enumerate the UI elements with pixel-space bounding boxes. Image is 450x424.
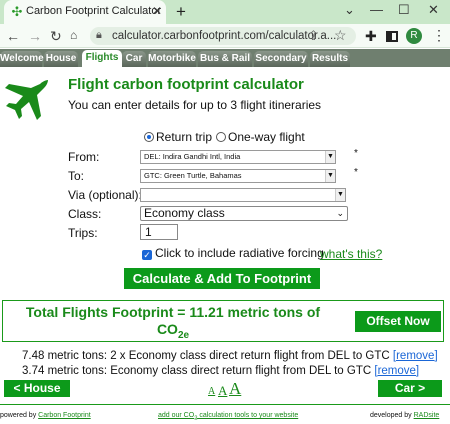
co2-subscript: 2e xyxy=(177,329,190,341)
tab-welcome[interactable]: Welcome xyxy=(0,51,44,67)
flight-entry-text: 7.48 metric tons: 2 x Economy class dire… xyxy=(22,350,390,362)
leaf-icon: ✣ xyxy=(11,4,23,19)
tab-flights[interactable]: Flights xyxy=(82,50,122,67)
from-select[interactable]: DEL: Indira Gandhi Intl, India ▼ xyxy=(140,150,336,164)
tab-bus-rail[interactable]: Bus & Rail xyxy=(198,51,252,67)
dropdown-arrow-icon: ▼ xyxy=(325,151,335,163)
puzzle-icon[interactable]: ✚ xyxy=(365,28,377,45)
total-footprint-box: Total Flights Footprint = 11.21 metric t… xyxy=(2,300,444,342)
radio-selected-icon xyxy=(144,132,154,142)
browser-tab[interactable]: ✣ Carbon Footprint Calculator ✕ xyxy=(4,0,166,24)
return-trip-label: Return trip xyxy=(156,130,213,144)
maximize-icon[interactable]: ☐ xyxy=(398,2,410,18)
powered-by: powered by Carbon Footprint xyxy=(0,412,91,419)
remove-link[interactable]: [remove] xyxy=(393,350,438,362)
page-title: Flight carbon footprint calculator xyxy=(68,76,304,93)
radsite-link[interactable]: RADsite xyxy=(414,412,440,419)
plus-icon[interactable]: + xyxy=(176,2,186,22)
powered-prefix: powered by xyxy=(0,412,37,419)
tab-house[interactable]: House xyxy=(44,51,78,67)
navigation-bar: ← → ↻ ⌂ 🔒︎ calculator.carbonfootprint.co… xyxy=(0,24,450,48)
co2-text: CO xyxy=(156,321,178,337)
avatar[interactable]: R xyxy=(406,28,422,44)
flight-entry-text: 3.74 metric tons: Economy class direct r… xyxy=(22,365,372,377)
developed-by: developed by RADsite xyxy=(370,412,439,419)
tab-title: Carbon Footprint Calculator xyxy=(26,5,162,17)
page-subtitle: You can enter details for up to 3 flight… xyxy=(68,98,322,112)
via-select[interactable]: ▼ xyxy=(140,188,346,202)
home-icon[interactable]: ⌂ xyxy=(70,28,77,42)
offset-now-button[interactable]: Offset Now xyxy=(355,311,441,332)
trips-label: Trips: xyxy=(68,226,98,240)
required-mark: * xyxy=(354,148,358,159)
class-label: Class: xyxy=(68,207,102,221)
add-tools-text-b: calculation tools to your website xyxy=(197,412,299,419)
calculate-button[interactable]: Calculate & Add To Footprint xyxy=(124,268,320,289)
checkbox-checked-icon[interactable]: ✓ xyxy=(142,250,152,260)
to-value: GTC: Green Turtle, Bahamas xyxy=(144,171,242,180)
total-text: Total Flights Footprint = 11.21 metric t… xyxy=(25,304,321,320)
star-icon[interactable]: ☆ xyxy=(334,27,347,44)
close-icon[interactable]: ✕ xyxy=(428,2,439,18)
return-trip-radio[interactable]: Return trip xyxy=(144,130,212,144)
flight-entry: 7.48 metric tons: 2 x Economy class dire… xyxy=(22,350,438,362)
total-footprint-text: Total Flights Footprint = 11.21 metric t… xyxy=(13,304,333,344)
to-label: To: xyxy=(68,169,85,183)
next-car-button[interactable]: Car > xyxy=(378,380,442,397)
tab-secondary[interactable]: Secondary xyxy=(254,51,308,67)
previous-house-button[interactable]: < House xyxy=(4,380,70,397)
to-select[interactable]: GTC: Green Turtle, Bahamas ▼ xyxy=(140,169,336,183)
remove-link[interactable]: [remove] xyxy=(374,365,419,377)
class-select[interactable]: Economy class ⌄ xyxy=(140,206,348,221)
minimize-icon[interactable]: — xyxy=(370,2,383,17)
from-label: From: xyxy=(68,150,100,164)
close-icon[interactable]: ✕ xyxy=(152,4,162,18)
class-value: Economy class xyxy=(144,206,225,220)
whats-this-link[interactable]: what's this? xyxy=(320,247,382,261)
chevron-down-icon: ⌄ xyxy=(336,208,344,218)
address-bar[interactable]: 🔒︎ calculator.carbonfootprint.com/calcul… xyxy=(90,27,356,45)
back-arrow-icon[interactable]: ← xyxy=(6,28,20,44)
carbon-footprint-link[interactable]: Carbon Footprint xyxy=(38,412,91,419)
one-way-radio[interactable]: One-way flight xyxy=(216,130,305,144)
airplane-icon xyxy=(5,80,48,120)
add-tools-text-a: add our CO xyxy=(158,412,195,419)
tab-car[interactable]: Car xyxy=(122,51,146,67)
chevron-down-icon[interactable]: ⌄ xyxy=(344,2,355,18)
via-label: Via (optional): xyxy=(68,188,142,202)
kebab-menu-icon[interactable]: ⋮ xyxy=(432,27,446,44)
forward-arrow-icon[interactable]: → xyxy=(28,28,42,44)
footer: powered by Carbon Footprint add our CO2 … xyxy=(0,404,450,424)
radio-unselected-icon xyxy=(216,132,226,142)
radiative-forcing-checkbox[interactable]: ✓ Click to include radiative forcing xyxy=(142,246,324,260)
browser-window: ✣ Carbon Footprint Calculator ✕ + ⌄ — ☐ … xyxy=(0,0,450,424)
dropdown-arrow-icon: ▼ xyxy=(335,189,345,201)
developed-prefix: developed by xyxy=(370,412,412,419)
add-tools-link[interactable]: add our CO2 calculation tools to your we… xyxy=(158,412,298,421)
font-size-medium[interactable]: A xyxy=(218,383,227,399)
font-size-large[interactable]: A xyxy=(229,379,241,399)
font-size-small[interactable]: A xyxy=(208,386,215,397)
url-text[interactable]: calculator.carbonfootprint.com/calculato… xyxy=(112,30,336,42)
from-value: DEL: Indira Gandhi Intl, India xyxy=(144,152,241,161)
required-mark: * xyxy=(354,167,358,178)
share-icon[interactable]: ⇪ xyxy=(308,28,319,44)
tab-motorbike[interactable]: Motorbike xyxy=(148,51,196,67)
one-way-label: One-way flight xyxy=(228,130,305,144)
reload-icon[interactable]: ↻ xyxy=(50,28,62,45)
trips-input[interactable]: 1 xyxy=(140,224,178,240)
site-tabs: Welcome House Flights Car Motorbike Bus … xyxy=(0,49,450,67)
dropdown-arrow-icon: ▼ xyxy=(325,170,335,182)
flight-entry: 3.74 metric tons: Economy class direct r… xyxy=(22,365,419,377)
tab-results[interactable]: Results xyxy=(310,51,350,67)
radiative-forcing-label: Click to include radiative forcing xyxy=(155,246,324,260)
lock-icon[interactable]: 🔒︎ xyxy=(96,29,102,42)
title-bar: ✣ Carbon Footprint Calculator ✕ + ⌄ — ☐ … xyxy=(0,0,450,24)
side-panel-icon[interactable] xyxy=(386,31,398,42)
